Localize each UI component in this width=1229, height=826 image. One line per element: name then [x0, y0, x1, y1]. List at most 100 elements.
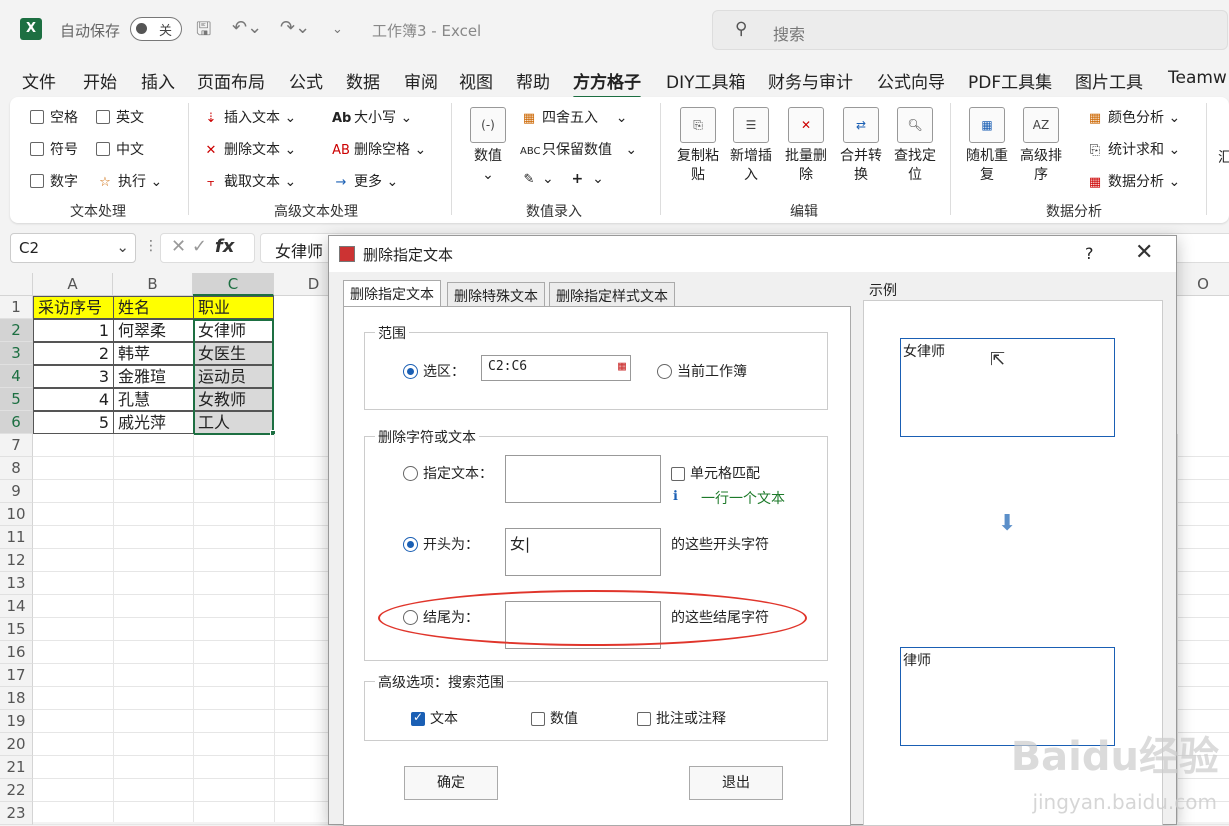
select-all-corner[interactable]: [0, 273, 33, 296]
col-header-c[interactable]: C: [193, 273, 274, 296]
tab-home[interactable]: 开始: [83, 68, 117, 93]
cell-c1[interactable]: 职业: [193, 296, 274, 319]
cell-a1[interactable]: 采访序号: [33, 296, 114, 319]
cell-b2[interactable]: 何翠柔: [113, 319, 194, 342]
tab-formulas[interactable]: 公式: [289, 68, 323, 93]
row-header[interactable]: 5: [0, 388, 33, 411]
cell-b6[interactable]: 戚光萍: [113, 411, 194, 434]
name-box[interactable]: C2 ⌄: [10, 233, 136, 263]
range-input[interactable]: C2:C6 ▦: [481, 355, 631, 381]
help-button[interactable]: ?: [1085, 244, 1094, 263]
delete-text-button[interactable]: ✕ 删除文本 ⌄: [202, 139, 297, 159]
specify-text-radio[interactable]: 指定文本：: [403, 463, 493, 483]
col-header-o[interactable]: O: [1177, 273, 1229, 296]
case-button[interactable]: Ab 大小写 ⌄: [332, 107, 412, 127]
tab-formula-wizard[interactable]: 公式向导: [877, 68, 945, 93]
row-header[interactable]: 6: [0, 411, 33, 434]
merge-convert-button[interactable]: ⇄ 合并转换: [836, 107, 886, 185]
tab-pdf[interactable]: PDF工具集: [968, 68, 1052, 93]
cell-b4[interactable]: 金雅瑄: [113, 365, 194, 388]
tab-delete-specified[interactable]: 删除指定文本: [343, 280, 441, 307]
tab-diy[interactable]: DIY工具箱: [666, 68, 746, 93]
row-header[interactable]: 2: [0, 319, 33, 342]
cell-a2[interactable]: 1: [33, 319, 114, 342]
cell-b5[interactable]: 孔慧: [113, 388, 194, 411]
stat-sum-button[interactable]: ⎘ 统计求和 ⌄: [1086, 139, 1180, 159]
row-header[interactable]: 22: [0, 779, 33, 802]
range-workbook-radio[interactable]: 当前工作簿: [657, 361, 747, 381]
ribbon-overflow[interactable]: 汇: [1218, 147, 1229, 167]
add-insert-button[interactable]: ☰ 新增插入: [726, 107, 776, 185]
fill-handle[interactable]: [270, 430, 276, 436]
opt-comment-checkbox[interactable]: 批注或注释: [637, 708, 726, 728]
find-locate-button[interactable]: 🔍︎ 查找定位: [890, 107, 940, 185]
specify-text-input[interactable]: [505, 455, 661, 503]
extract-text-button[interactable]: ⫟ 截取文本 ⌄: [202, 171, 296, 191]
customize-qat-icon[interactable]: ⌄: [332, 22, 343, 37]
tab-view[interactable]: 视图: [459, 68, 493, 93]
ok-button[interactable]: 确定: [404, 766, 498, 800]
cell-b1[interactable]: 姓名: [113, 296, 194, 319]
copy-paste-button[interactable]: ⎘ 复制粘贴: [674, 107, 722, 185]
space-checkbox[interactable]: 空格: [30, 107, 78, 127]
row-header[interactable]: 15: [0, 618, 33, 641]
tab-delete-style[interactable]: 删除指定样式文本: [549, 282, 675, 306]
execute-button[interactable]: ☆ 执行 ⌄: [96, 171, 162, 191]
cell-b3[interactable]: 韩苹: [113, 342, 194, 365]
insert-text-button[interactable]: ⇣ 插入文本 ⌄: [202, 107, 297, 127]
round-button[interactable]: ▦ 四舍五入 ⌄: [520, 107, 628, 127]
cell-match-checkbox[interactable]: 单元格匹配: [671, 463, 760, 483]
col-header-a[interactable]: A: [33, 273, 113, 296]
cancel-icon[interactable]: ✕: [171, 236, 186, 257]
row-header[interactable]: 12: [0, 549, 33, 572]
row-header[interactable]: 9: [0, 480, 33, 503]
data-analysis-button[interactable]: ▦ 数据分析 ⌄: [1086, 171, 1180, 191]
more-button[interactable]: → 更多 ⌄: [332, 171, 399, 191]
number-checkbox[interactable]: 数字: [30, 171, 78, 191]
chinese-checkbox[interactable]: 中文: [96, 139, 144, 159]
tab-teamwork[interactable]: Teamw: [1168, 68, 1227, 88]
advanced-sort-button[interactable]: AZ 高级排序: [1016, 107, 1066, 185]
row-header[interactable]: 17: [0, 664, 33, 687]
edit-number-button[interactable]: ✎ ⌄ + ⌄: [520, 171, 604, 187]
symbol-checkbox[interactable]: 符号: [30, 139, 78, 159]
range-selection-radio[interactable]: 选区：: [403, 361, 465, 381]
exit-button[interactable]: 退出: [689, 766, 783, 800]
row-header[interactable]: 20: [0, 733, 33, 756]
number-big-button[interactable]: (-) 数值 ⌄: [468, 107, 508, 185]
cell-a5[interactable]: 4: [33, 388, 114, 411]
range-picker-icon[interactable]: ▦: [618, 359, 626, 374]
row-header[interactable]: 19: [0, 710, 33, 733]
tab-file[interactable]: 文件: [22, 68, 56, 93]
row-header[interactable]: 7: [0, 434, 33, 457]
cell-a3[interactable]: 2: [33, 342, 114, 365]
tab-data[interactable]: 数据: [346, 68, 380, 93]
color-analysis-button[interactable]: ▦ 颜色分析 ⌄: [1086, 107, 1180, 127]
opt-number-checkbox[interactable]: 数值: [531, 708, 578, 728]
tab-review[interactable]: 审阅: [404, 68, 438, 93]
row-header[interactable]: 10: [0, 503, 33, 526]
tab-page-layout[interactable]: 页面布局: [197, 68, 265, 93]
row-header[interactable]: 11: [0, 526, 33, 549]
keep-number-button[interactable]: ABC只保留数值 ⌄: [520, 139, 637, 159]
tab-help[interactable]: 帮助: [516, 68, 550, 93]
english-checkbox[interactable]: 英文: [96, 107, 144, 127]
row-header[interactable]: 16: [0, 641, 33, 664]
tab-insert[interactable]: 插入: [141, 68, 175, 93]
col-header-b[interactable]: B: [113, 273, 193, 296]
opt-text-checkbox[interactable]: 文本: [411, 708, 458, 728]
starts-with-radio[interactable]: 开头为：: [403, 534, 479, 554]
confirm-icon[interactable]: ✓: [192, 236, 207, 257]
tab-delete-special[interactable]: 删除特殊文本: [447, 282, 545, 306]
row-header[interactable]: 8: [0, 457, 33, 480]
tab-picture[interactable]: 图片工具: [1075, 68, 1143, 93]
fx-icon[interactable]: fx: [215, 236, 234, 257]
row-header[interactable]: 4: [0, 365, 33, 388]
cell-a4[interactable]: 3: [33, 365, 114, 388]
delete-space-button[interactable]: AB 删除空格 ⌄: [332, 139, 426, 159]
redo-icon[interactable]: ↷⌄: [280, 17, 310, 38]
tab-finance[interactable]: 财务与审计: [768, 68, 853, 93]
batch-delete-button[interactable]: ✕ 批量删除: [781, 107, 831, 185]
undo-icon[interactable]: ↶⌄: [232, 17, 262, 38]
autosave-toggle[interactable]: 关: [130, 17, 182, 41]
